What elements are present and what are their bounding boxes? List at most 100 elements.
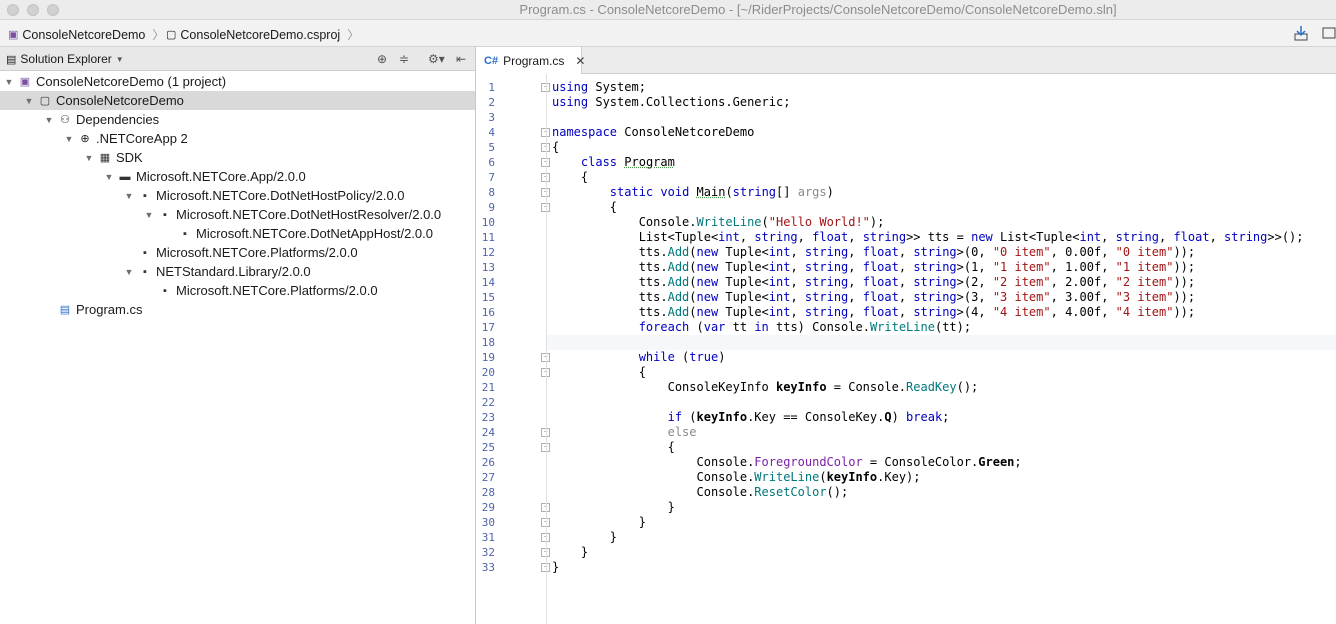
code-line[interactable]: tts.Add(new Tuple<int, string, float, st… — [552, 305, 1195, 320]
breadcrumb-solution[interactable]: ▣ ConsoleNetcoreDemo 〉 — [8, 26, 164, 43]
code-line[interactable]: Console.WriteLine(keyInfo.Key); — [552, 470, 920, 485]
tab-program-cs[interactable]: C# Program.cs ✕ — [476, 47, 585, 74]
line-number: 13 — [481, 261, 495, 274]
package-ref-icon: ▪ — [143, 246, 147, 259]
package-icon: ▬ — [119, 170, 131, 183]
download-icon[interactable] — [1293, 25, 1309, 41]
tree-node[interactable]: ▼ ▣ ConsoleNetcoreDemo (1 project) — [0, 72, 475, 91]
code-line[interactable]: static void Main(string[] args) — [552, 185, 834, 200]
tree-node[interactable]: ▪ Microsoft.NETCore.DotNetAppHost/2.0.0 — [0, 224, 475, 243]
line-number: 8 — [488, 186, 495, 199]
tree-node[interactable]: ▼ ▪ Microsoft.NETCore.DotNetHostResolver/2… — [0, 205, 475, 224]
code-line[interactable]: foreach (var tt in tts) Console.WriteLin… — [552, 320, 971, 335]
code-line[interactable]: if (keyInfo.Key == ConsoleKey.Q) break; — [552, 410, 950, 425]
package-ref-icon: ▪ — [163, 284, 167, 297]
line-number: 14 — [481, 276, 495, 289]
line-number: 28 — [481, 486, 495, 499]
tree-node[interactable]: ▪ Microsoft.NETCore.Platforms/2.0.0 — [0, 281, 475, 300]
sdk-icon: ▦ — [99, 151, 111, 164]
framework-icon: ⊕ — [80, 132, 90, 145]
tree-node-label: Microsoft.NETCore.DotNetAppHost/2.0.0 — [196, 226, 433, 241]
expand-arrow-icon[interactable]: ▼ — [123, 267, 135, 277]
title-bar: Program.cs - ConsoleNetcoreDemo - [~/Rid… — [0, 0, 1336, 20]
line-number: 12 — [481, 246, 495, 259]
solution-icon: ▣ — [8, 29, 19, 41]
line-number: 11 — [481, 231, 495, 244]
expand-arrow-icon[interactable]: ▼ — [23, 96, 35, 106]
expand-arrow-icon[interactable]: ▼ — [43, 115, 55, 125]
tree-node[interactable]: ▼ ⊕ .NETCoreApp 2 — [0, 129, 475, 148]
code-line[interactable]: } — [552, 515, 646, 530]
csharp-file-icon: ▤ — [59, 303, 71, 316]
tree-node[interactable]: ▼ ▪ Microsoft.NETCore.DotNetHostPolicy/2.0… — [0, 186, 475, 205]
solution-explorer-header: ▤ Solution Explorer ▼ ⊕ ≑ ⚙▾ ⇤ — [0, 47, 475, 71]
code-line[interactable]: Console.WriteLine("Hello World!"); — [552, 215, 885, 230]
code-line[interactable]: } — [552, 500, 675, 515]
expand-arrow-icon[interactable]: ▼ — [83, 153, 95, 163]
line-gutter: 1−234−5−6−7−8−9−10111213141516171819−20−… — [476, 74, 550, 624]
tree-node[interactable]: ▼ ▬ Microsoft.NETCore.App/2.0.0 — [0, 167, 475, 186]
code-line[interactable]: } — [552, 560, 559, 575]
window-title: Program.cs - ConsoleNetcoreDemo - [~/Rid… — [519, 2, 1117, 17]
line-number: 20 — [481, 366, 495, 379]
line-number: 5 — [488, 141, 495, 154]
collapse-all-icon[interactable]: ≑ — [399, 52, 409, 66]
code-line[interactable]: else — [552, 425, 697, 440]
code-editor: C# Program.cs ✕ 1−234−5−6−7−8−9−10111213… — [476, 47, 1336, 624]
code-line[interactable]: List<Tuple<int, string, float, string>> … — [552, 230, 1304, 245]
code-line[interactable]: Console.ResetColor(); — [552, 485, 848, 500]
line-number: 7 — [488, 171, 495, 184]
code-line[interactable]: ConsoleKeyInfo keyInfo = Console.ReadKey… — [552, 380, 979, 395]
expand-arrow-icon[interactable]: ▼ — [63, 134, 75, 144]
code-line[interactable]: Console.ForegroundColor = ConsoleColor.G… — [552, 455, 1021, 470]
overflow-icon[interactable] — [1322, 25, 1336, 41]
solution-explorer-label: Solution Explorer — [20, 52, 112, 66]
gear-icon[interactable]: ⚙▾ — [428, 52, 445, 66]
breadcrumb-label: ConsoleNetcoreDemo.csproj — [180, 27, 341, 42]
tree-node-label: Program.cs — [76, 302, 143, 317]
locate-icon[interactable]: ⊕ — [377, 52, 387, 66]
package-ref-icon: ▪ — [143, 189, 147, 202]
breadcrumb-project[interactable]: ▢ ConsoleNetcoreDemo.csproj 〉 — [166, 26, 359, 43]
dependencies-icon: ⚇ — [60, 113, 70, 126]
code-line[interactable]: { — [552, 440, 675, 455]
close-icon[interactable]: ✕ — [575, 54, 585, 68]
csharp-file-icon: C# — [484, 54, 499, 67]
line-number: 32 — [481, 546, 495, 559]
code-line[interactable]: { — [552, 365, 646, 380]
line-number: 23 — [481, 411, 495, 424]
code-line[interactable]: tts.Add(new Tuple<int, string, float, st… — [552, 260, 1195, 275]
tree-node[interactable]: ▼ ▦ SDK — [0, 148, 475, 167]
code-line[interactable]: } — [552, 530, 617, 545]
line-number: 10 — [481, 216, 495, 229]
tree-node[interactable]: ▤ Program.cs — [0, 300, 475, 319]
code-line[interactable]: tts.Add(new Tuple<int, string, float, st… — [552, 245, 1195, 260]
hide-panel-icon[interactable]: ⇤ — [456, 52, 466, 66]
expand-arrow-icon[interactable]: ▼ — [143, 210, 155, 220]
code-line[interactable]: { — [552, 200, 617, 215]
tree-node[interactable]: ▪ Microsoft.NETCore.Platforms/2.0.0 — [0, 243, 475, 262]
solution-explorer-title[interactable]: ▤ Solution Explorer ▼ — [6, 52, 124, 66]
code-line[interactable]: tts.Add(new Tuple<int, string, float, st… — [552, 275, 1195, 290]
code-line[interactable]: tts.Add(new Tuple<int, string, float, st… — [552, 290, 1195, 305]
code-line[interactable]: while (true) — [552, 350, 726, 365]
code-line[interactable]: using System; — [552, 80, 646, 95]
solution-icon: ▣ — [19, 75, 31, 88]
code-line[interactable]: } — [552, 545, 588, 560]
code-line[interactable]: { — [552, 170, 588, 185]
tree-node[interactable]: ▼ ▪ NETStandard.Library/2.0.0 — [0, 262, 475, 281]
line-number: 21 — [481, 381, 495, 394]
tree-node[interactable]: ▼ ⚇ Dependencies — [0, 110, 475, 129]
code-line[interactable]: using System.Collections.Generic; — [552, 95, 790, 110]
expand-arrow-icon[interactable]: ▼ — [103, 172, 115, 182]
expand-arrow-icon[interactable]: ▼ — [123, 191, 135, 201]
code-line[interactable]: namespace ConsoleNetcoreDemo — [552, 125, 754, 140]
chevron-down-icon: ▼ — [115, 54, 124, 64]
code-line[interactable]: class Program — [552, 155, 675, 170]
tree-node[interactable]: ▼ ▢ ConsoleNetcoreDemo — [0, 91, 475, 110]
expand-arrow-icon[interactable]: ▼ — [3, 77, 15, 87]
line-number: 16 — [481, 306, 495, 319]
chevron-right-icon: 〉 — [347, 28, 360, 42]
code-line[interactable]: { — [552, 140, 559, 155]
breadcrumb-label: ConsoleNetcoreDemo — [22, 27, 146, 42]
